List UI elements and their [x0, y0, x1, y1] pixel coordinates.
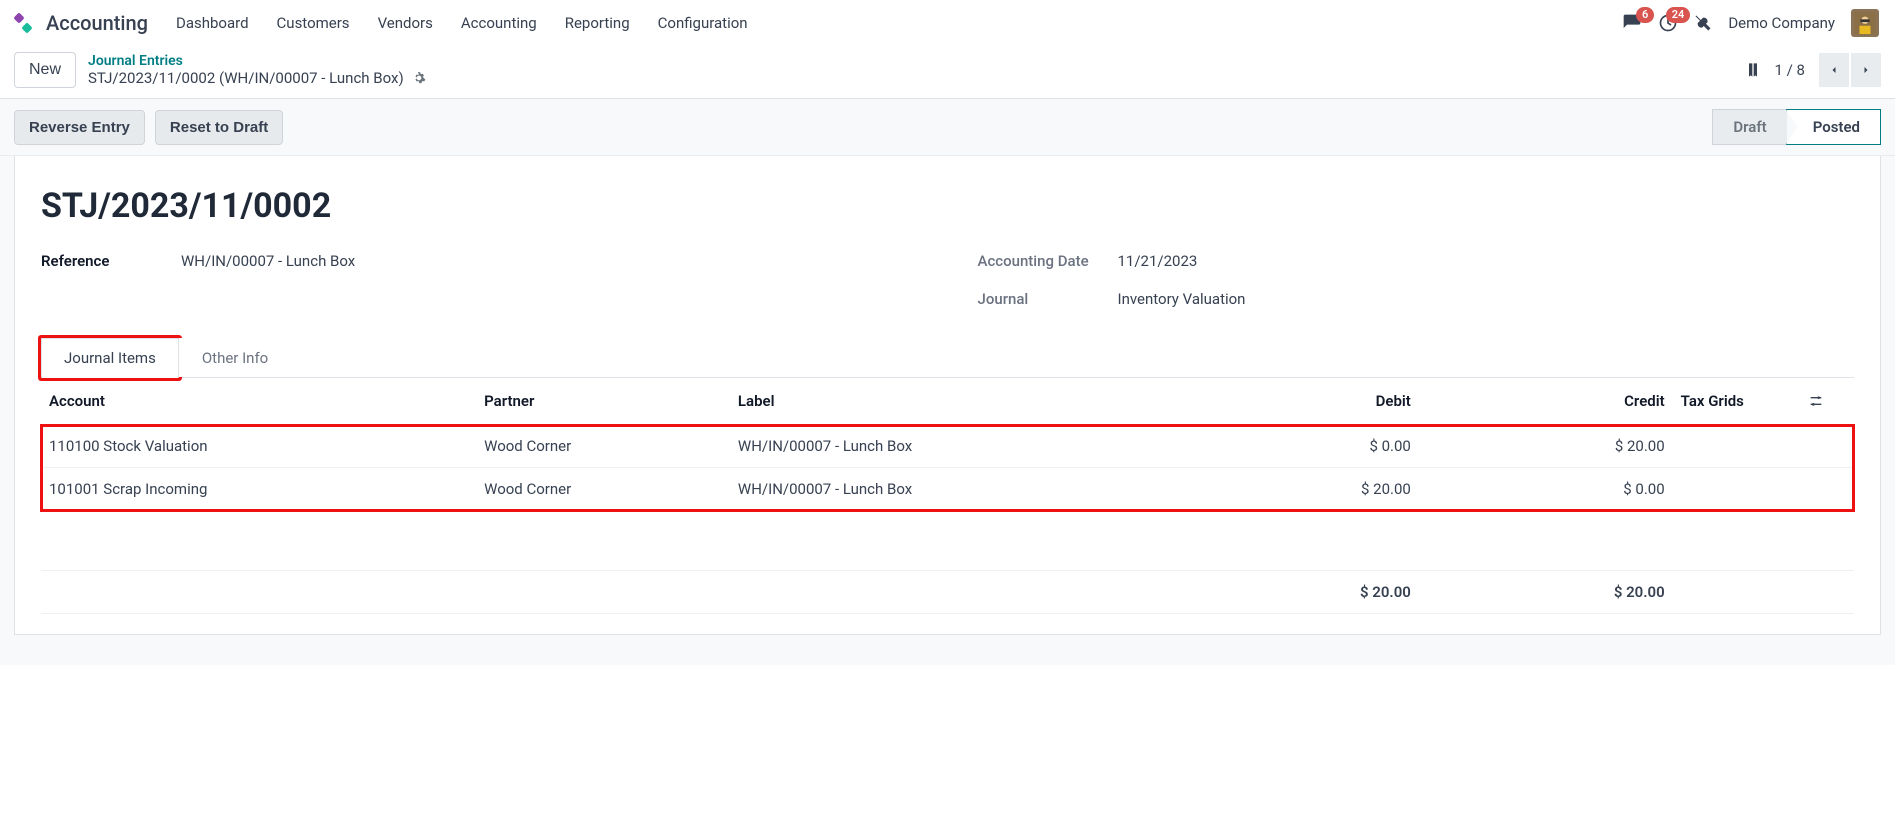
- nav-accounting[interactable]: Accounting: [461, 14, 537, 32]
- col-account[interactable]: Account: [41, 378, 476, 425]
- cell-debit[interactable]: $ 0.00: [1201, 425, 1419, 468]
- nav-reporting[interactable]: Reporting: [565, 14, 630, 32]
- cell-tax-grids[interactable]: [1673, 425, 1800, 468]
- breadcrumb-current: STJ/2023/11/0002 (WH/IN/00007 - Lunch Bo…: [88, 69, 426, 87]
- tools-icon[interactable]: [1694, 14, 1712, 32]
- journal-label: Journal: [978, 290, 1118, 308]
- record-title: STJ/2023/11/0002: [41, 186, 1854, 226]
- col-partner[interactable]: Partner: [476, 378, 730, 425]
- pager-next-button[interactable]: [1851, 53, 1881, 87]
- col-tax-grids[interactable]: Tax Grids: [1673, 378, 1800, 425]
- col-credit[interactable]: Credit: [1419, 378, 1673, 425]
- tab-other-info[interactable]: Other Info: [179, 338, 291, 377]
- pager-text[interactable]: 1 / 8: [1775, 61, 1806, 79]
- nav-configuration[interactable]: Configuration: [658, 14, 748, 32]
- accounting-date-label: Accounting Date: [978, 252, 1118, 270]
- cell-label[interactable]: WH/IN/00007 - Lunch Box: [730, 425, 1201, 468]
- status-posted[interactable]: Posted: [1786, 109, 1881, 145]
- pager-prev-button[interactable]: [1819, 53, 1849, 87]
- nav-dashboard[interactable]: Dashboard: [176, 14, 249, 32]
- tabs: Journal Items Other Info: [41, 338, 1854, 378]
- cell-credit[interactable]: $ 20.00: [1419, 425, 1673, 468]
- reverse-entry-button[interactable]: Reverse Entry: [14, 110, 145, 145]
- activities-icon[interactable]: 24: [1658, 13, 1678, 33]
- totals-row: $ 20.00 $ 20.00: [41, 571, 1854, 614]
- table-row[interactable]: 101001 Scrap Incoming Wood Corner WH/IN/…: [41, 468, 1854, 511]
- reference-value[interactable]: WH/IN/00007 - Lunch Box: [181, 252, 355, 270]
- activities-badge: 24: [1666, 7, 1691, 23]
- cell-debit[interactable]: $ 20.00: [1201, 468, 1419, 511]
- cell-account[interactable]: 101001 Scrap Incoming: [41, 468, 476, 511]
- journal-value[interactable]: Inventory Valuation: [1118, 290, 1246, 308]
- status-draft[interactable]: Draft: [1712, 109, 1786, 145]
- breadcrumb-parent[interactable]: Journal Entries: [88, 53, 426, 69]
- status-steps: Draft Posted: [1712, 109, 1881, 145]
- cell-tax-grids[interactable]: [1673, 468, 1800, 511]
- nav-menu: Dashboard Customers Vendors Accounting R…: [176, 14, 748, 32]
- col-debit[interactable]: Debit: [1201, 378, 1419, 425]
- gear-icon[interactable]: [412, 71, 426, 85]
- app-name[interactable]: Accounting: [46, 11, 148, 35]
- top-navbar: Accounting Dashboard Customers Vendors A…: [0, 0, 1895, 46]
- status-bar: Reverse Entry Reset to Draft Draft Poste…: [0, 99, 1895, 156]
- user-avatar[interactable]: [1851, 9, 1879, 37]
- cell-partner[interactable]: Wood Corner: [476, 425, 730, 468]
- total-debit: $ 20.00: [1201, 571, 1419, 614]
- reference-label: Reference: [41, 252, 181, 270]
- app-logo-icon[interactable]: [12, 11, 36, 35]
- cell-label[interactable]: WH/IN/00007 - Lunch Box: [730, 468, 1201, 511]
- col-label[interactable]: Label: [730, 378, 1201, 425]
- new-button[interactable]: New: [14, 52, 76, 88]
- reset-to-draft-button[interactable]: Reset to Draft: [155, 110, 283, 145]
- messages-badge: 6: [1636, 7, 1654, 23]
- cell-credit[interactable]: $ 0.00: [1419, 468, 1673, 511]
- accounting-date-value[interactable]: 11/21/2023: [1118, 252, 1198, 270]
- messages-icon[interactable]: 6: [1622, 13, 1642, 33]
- nav-customers[interactable]: Customers: [277, 14, 350, 32]
- total-credit: $ 20.00: [1419, 571, 1673, 614]
- tab-journal-items[interactable]: Journal Items: [41, 338, 179, 378]
- company-name[interactable]: Demo Company: [1728, 14, 1835, 32]
- cell-partner[interactable]: Wood Corner: [476, 468, 730, 511]
- control-row: New Journal Entries STJ/2023/11/0002 (WH…: [0, 46, 1895, 99]
- cell-account[interactable]: 110100 Stock Valuation: [41, 425, 476, 468]
- table-settings-icon[interactable]: [1800, 378, 1854, 425]
- form-sheet: STJ/2023/11/0002 Reference WH/IN/00007 -…: [14, 156, 1881, 635]
- nav-vendors[interactable]: Vendors: [378, 14, 433, 32]
- journal-items-table: Account Partner Label Debit Credit Tax G…: [41, 378, 1854, 614]
- breadcrumb-current-text: STJ/2023/11/0002 (WH/IN/00007 - Lunch Bo…: [88, 69, 404, 87]
- table-row[interactable]: 110100 Stock Valuation Wood Corner WH/IN…: [41, 425, 1854, 468]
- bookmark-icon[interactable]: [1745, 60, 1761, 80]
